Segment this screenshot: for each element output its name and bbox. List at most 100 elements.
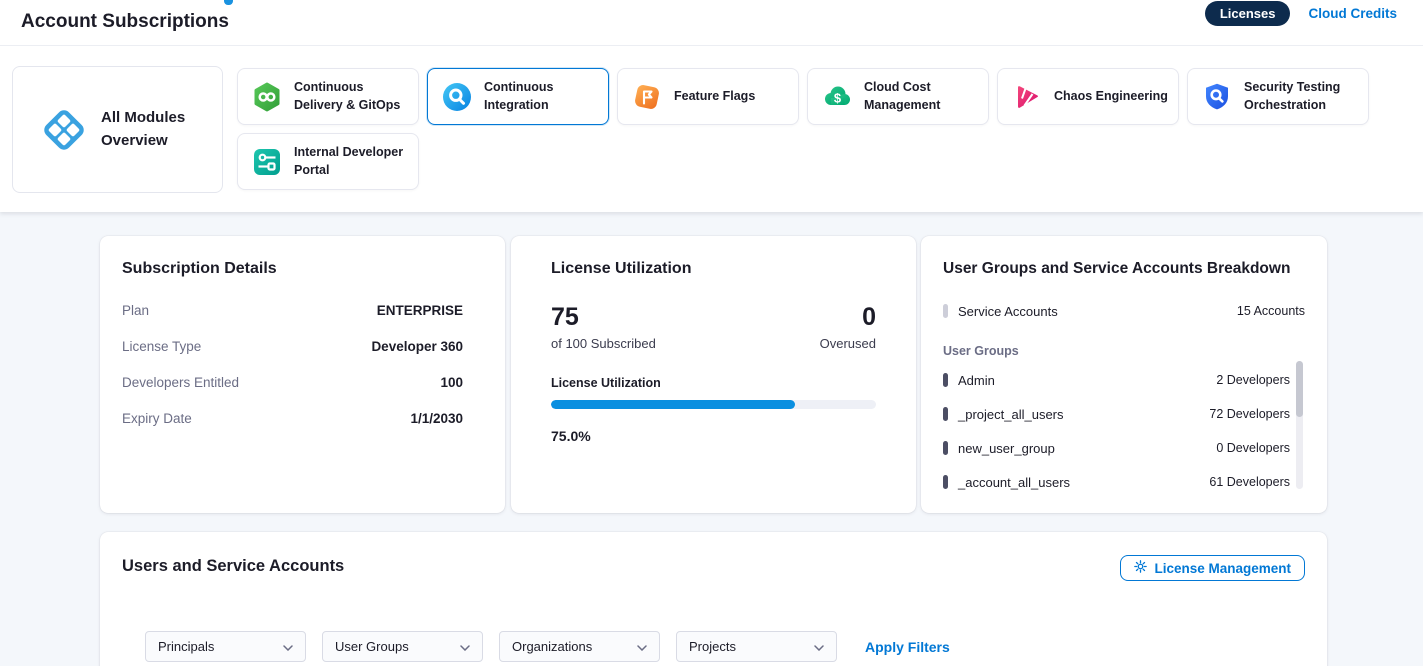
chevron-down-icon — [814, 639, 824, 654]
subscription-details-card: Subscription Details Plan ENTERPRISE Lic… — [100, 236, 505, 513]
breakdown-card: User Groups and Service Accounts Breakdo… — [921, 236, 1327, 513]
row-label: Developers Entitled — [122, 375, 239, 390]
overused-stat: 0 Overused — [820, 304, 876, 351]
user-group-value: 72 Developers — [1209, 407, 1290, 421]
module-card-continuous-delivery[interactable]: Continuous Delivery & GitOps — [237, 68, 419, 125]
module-label: Security Testing Orchestration — [1244, 79, 1362, 114]
user-group-row-admin: Admin 2 Developers — [943, 363, 1290, 397]
module-card-continuous-integration[interactable]: Continuous Integration — [427, 68, 609, 125]
user-group-row-project-all-users: _project_all_users 72 Developers — [943, 397, 1290, 431]
chevron-down-icon — [460, 639, 470, 654]
module-card-internal-developer-portal[interactable]: Internal Developer Portal — [237, 133, 419, 190]
license-management-label: License Management — [1154, 561, 1291, 576]
user-group-pill-icon — [943, 373, 948, 387]
user-group-pill-icon — [943, 407, 948, 421]
header-tabs: Licenses Cloud Credits — [1205, 0, 1397, 27]
internal-developer-portal-icon — [251, 146, 283, 178]
cloud-credits-tab[interactable]: Cloud Credits — [1308, 6, 1397, 21]
module-card-feature-flags[interactable]: Feature Flags — [617, 68, 799, 125]
service-accounts-row: Service Accounts 15 Accounts — [943, 301, 1305, 321]
continuous-integration-icon — [441, 81, 473, 113]
continuous-delivery-icon — [251, 81, 283, 113]
license-utilization-card: License Utilization 75 of 100 Subscribed… — [511, 236, 916, 513]
main-content: Subscription Details Plan ENTERPRISE Lic… — [0, 212, 1423, 666]
user-groups-header: User Groups — [943, 344, 1305, 358]
user-group-label: Admin — [958, 373, 1206, 388]
user-group-pill-icon — [943, 475, 948, 489]
groups-scrollbar-thumb[interactable] — [1296, 361, 1303, 417]
user-groups-filter[interactable]: User Groups — [322, 631, 483, 662]
module-label: Internal Developer Portal — [294, 144, 412, 179]
module-card-cloud-cost-management[interactable]: $ Cloud Cost Management — [807, 68, 989, 125]
subscribed-stat: 75 of 100 Subscribed — [551, 304, 656, 351]
principals-filter[interactable]: Principals — [145, 631, 306, 662]
module-selector-strip: All Modules Overview Continuous Delivery… — [0, 46, 1423, 212]
utilization-bar-fill — [551, 400, 795, 409]
service-accounts-value: 15 Accounts — [1237, 304, 1305, 318]
service-accounts-pill-icon — [943, 304, 948, 318]
utilization-percent: 75.0% — [551, 428, 876, 444]
module-label: Continuous Delivery & GitOps — [294, 79, 412, 114]
subscribed-count: 75 — [551, 304, 656, 332]
users-section-title: Users and Service Accounts — [122, 557, 344, 576]
subscription-row-expiry-date: Expiry Date 1/1/2030 — [122, 400, 463, 436]
chaos-engineering-icon — [1011, 81, 1043, 113]
chevron-down-icon — [637, 639, 647, 654]
user-group-row-account-all-users: _account_all_users 61 Developers — [943, 465, 1290, 499]
license-management-button[interactable]: License Management — [1120, 555, 1305, 581]
account-subscriptions-page: Account Subscriptions Licenses Cloud Cre… — [0, 0, 1423, 666]
module-card-chaos-engineering[interactable]: Chaos Engineering — [997, 68, 1179, 125]
module-label: Feature Flags — [674, 88, 755, 106]
user-group-row-new-user-group: new_user_group 0 Developers — [943, 431, 1290, 465]
filter-label: Projects — [689, 639, 736, 654]
apply-filters-button[interactable]: Apply Filters — [865, 639, 950, 655]
breakdown-title: User Groups and Service Accounts Breakdo… — [943, 260, 1305, 278]
license-utilization-title: License Utilization — [551, 260, 876, 278]
all-modules-label: All Modules Overview — [101, 107, 196, 152]
user-group-value: 0 Developers — [1216, 441, 1290, 455]
svg-text:$: $ — [834, 90, 842, 105]
security-testing-orchestration-icon — [1201, 81, 1233, 113]
gear-icon — [1134, 560, 1147, 576]
module-label: Chaos Engineering — [1054, 88, 1168, 106]
user-group-label: _account_all_users — [958, 475, 1199, 490]
module-cards: Continuous Delivery & GitOps Continuous … — [237, 68, 1372, 190]
row-value: ENTERPRISE — [377, 303, 463, 318]
subscription-details-title: Subscription Details — [122, 260, 483, 278]
row-label: Expiry Date — [122, 411, 192, 426]
feature-flags-icon — [631, 81, 663, 113]
filter-label: User Groups — [335, 639, 409, 654]
all-modules-icon — [40, 106, 88, 154]
clipped-icon-fragment — [224, 0, 233, 5]
page-header: Account Subscriptions Licenses Cloud Cre… — [0, 0, 1423, 46]
overused-count: 0 — [820, 304, 876, 332]
user-group-label: new_user_group — [958, 441, 1206, 456]
user-group-label: _project_all_users — [958, 407, 1199, 422]
licenses-tab[interactable]: Licenses — [1205, 1, 1291, 26]
user-group-pill-icon — [943, 441, 948, 455]
row-label: License Type — [122, 339, 201, 354]
utilization-bar-label: License Utilization — [551, 376, 876, 390]
filter-label: Principals — [158, 639, 214, 654]
user-group-value: 61 Developers — [1209, 475, 1290, 489]
page-title: Account Subscriptions — [21, 11, 229, 33]
module-label: Cloud Cost Management — [864, 79, 982, 114]
filters-row: Principals User Groups Organizations — [145, 631, 1305, 662]
cloud-cost-management-icon: $ — [821, 81, 853, 113]
organizations-filter[interactable]: Organizations — [499, 631, 660, 662]
row-label: Plan — [122, 303, 149, 318]
module-card-security-testing-orchestration[interactable]: Security Testing Orchestration — [1187, 68, 1369, 125]
projects-filter[interactable]: Projects — [676, 631, 837, 662]
subscription-row-developers-entitled: Developers Entitled 100 — [122, 364, 463, 400]
subscription-row-plan: Plan ENTERPRISE — [122, 292, 463, 328]
user-group-value: 2 Developers — [1216, 373, 1290, 387]
subscribed-caption: of 100 Subscribed — [551, 336, 656, 351]
all-modules-overview-card[interactable]: All Modules Overview — [12, 66, 223, 193]
utilization-bar — [551, 400, 876, 409]
overused-caption: Overused — [820, 336, 876, 351]
filter-label: Organizations — [512, 639, 592, 654]
user-groups-list: Admin 2 Developers _project_all_users 72… — [943, 363, 1305, 499]
groups-scrollbar[interactable] — [1296, 361, 1303, 489]
subscription-row-license-type: License Type Developer 360 — [122, 328, 463, 364]
chevron-down-icon — [283, 639, 293, 654]
